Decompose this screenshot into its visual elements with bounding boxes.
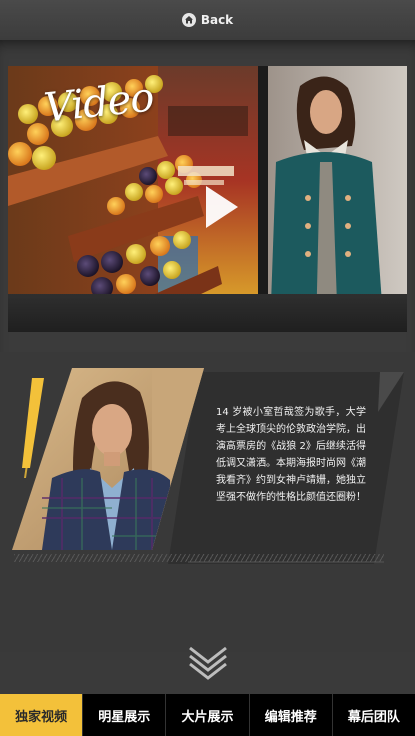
- nav-tab-behind-the-scenes[interactable]: 幕后团队: [331, 694, 415, 736]
- top-bar: Back: [0, 0, 415, 40]
- nav-tab-star-showcase[interactable]: 明星展示: [82, 694, 165, 736]
- divider-hatch: [14, 554, 384, 562]
- chevron-down-icon[interactable]: [187, 642, 229, 684]
- nav-tab-photo-showcase[interactable]: 大片展示: [165, 694, 248, 736]
- video-player[interactable]: Video: [8, 66, 407, 332]
- back-label: Back: [200, 13, 234, 27]
- bottom-nav: 独家视频 明星展示 大片展示 编辑推荐 幕后团队: [0, 694, 415, 736]
- video-section: Video: [0, 40, 415, 352]
- nav-tab-editor-picks[interactable]: 编辑推荐: [248, 694, 332, 736]
- accent-stripe: [22, 378, 44, 478]
- video-control-bar: [8, 294, 407, 332]
- back-button[interactable]: Back: [181, 13, 234, 27]
- nav-tab-exclusive-video[interactable]: 独家视频: [0, 694, 83, 736]
- home-icon: [181, 13, 196, 27]
- play-icon[interactable]: [204, 184, 240, 230]
- profile-section: 14 岁被小室哲哉签为歌手，大学考上全球顶尖的伦敦政治学院，出演高票房的《战狼 …: [0, 352, 415, 680]
- profile-bio: 14 岁被小室哲哉签为歌手，大学考上全球顶尖的伦敦政治学院，出演高票房的《战狼 …: [216, 407, 366, 503]
